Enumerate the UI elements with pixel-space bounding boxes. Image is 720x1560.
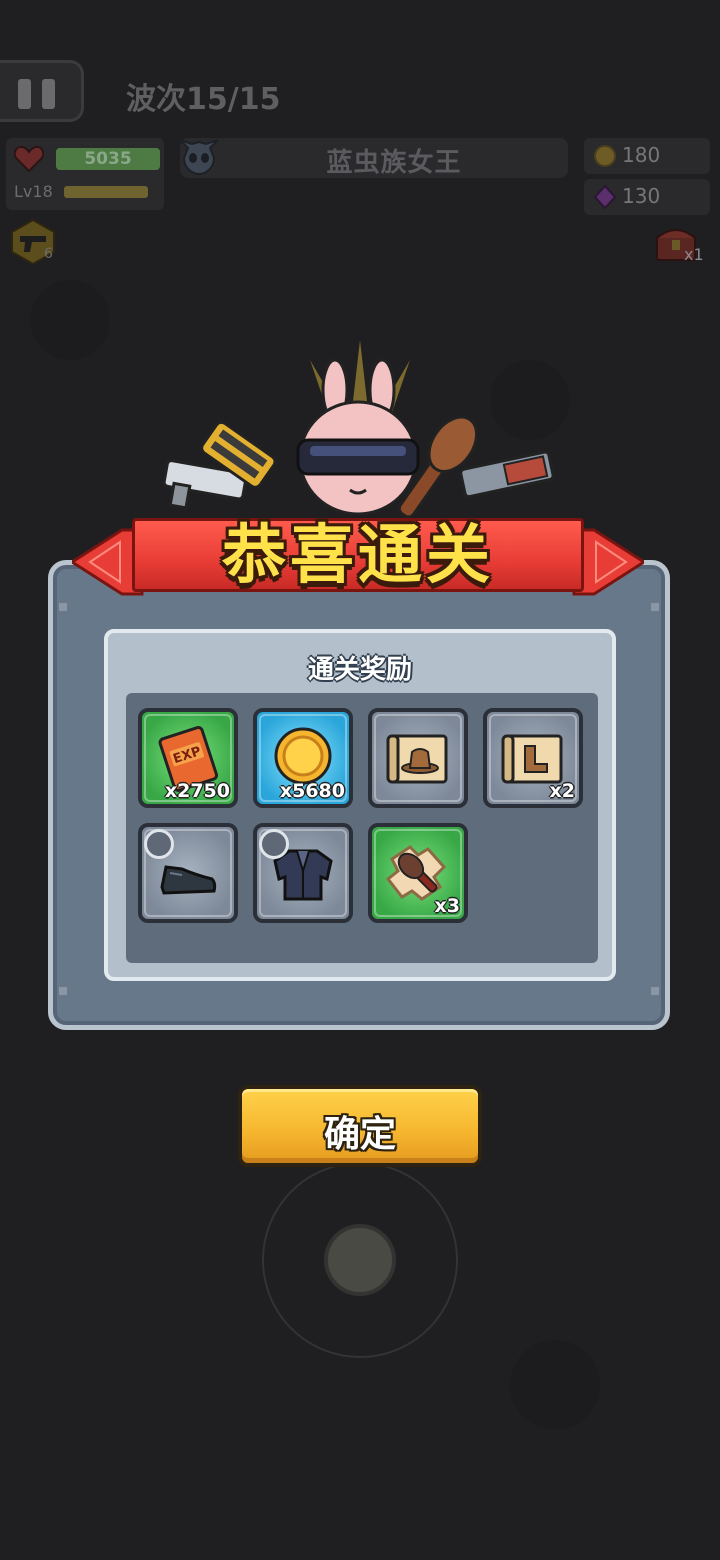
reward-qty: x5680 bbox=[279, 780, 345, 802]
game-screen: 波次15/15 5035 Lv18 蓝虫族女王 180 130 6 x1 恭喜通… bbox=[0, 0, 720, 1560]
reward-qty: x3 bbox=[434, 895, 460, 917]
pause-button[interactable] bbox=[0, 60, 84, 122]
gem-amount: 130 bbox=[622, 184, 661, 208]
reward-boots-scroll[interactable]: x2 bbox=[483, 708, 583, 808]
panel-screw bbox=[651, 987, 659, 995]
victory-title: 恭喜通关 bbox=[222, 519, 494, 593]
panel-screw bbox=[651, 603, 659, 611]
gold-coin-icon bbox=[594, 145, 616, 167]
reward-exp-book[interactable]: EXP x2750 bbox=[138, 708, 238, 808]
victory-banner: 恭喜通关 bbox=[72, 512, 644, 606]
joystick-knob[interactable] bbox=[324, 1224, 396, 1296]
confirm-button[interactable]: 确定 bbox=[238, 1085, 482, 1167]
gem-counter: 130 bbox=[584, 179, 710, 215]
gold-counter: 180 bbox=[584, 138, 710, 174]
rewards-title: 通关奖励 bbox=[307, 655, 412, 685]
hp-bar: 5035 bbox=[56, 148, 160, 170]
player-status-panel: 5035 Lv18 bbox=[6, 138, 164, 210]
exp-bar-fill bbox=[64, 186, 148, 198]
reward-qty: x2750 bbox=[164, 780, 230, 802]
reward-qty: x2 bbox=[549, 780, 575, 802]
victory-hero-illustration bbox=[162, 340, 555, 519]
background-decoration bbox=[510, 1340, 600, 1430]
hp-value: 5035 bbox=[84, 149, 132, 169]
reward-gold-coin[interactable]: x5680 bbox=[253, 708, 353, 808]
reward-hat-scroll[interactable] bbox=[368, 708, 468, 808]
player-level: Lv18 bbox=[14, 182, 53, 201]
pause-icon-bar bbox=[42, 79, 55, 109]
hat-blueprint-icon bbox=[386, 734, 448, 784]
boots-category-badge bbox=[144, 829, 174, 859]
wave-counter: 波次15/15 bbox=[126, 82, 281, 117]
reward-leather-shoes[interactable] bbox=[138, 823, 238, 923]
reward-suit-jacket[interactable] bbox=[253, 823, 353, 923]
background-decoration bbox=[30, 280, 110, 360]
purple-gem-icon bbox=[594, 185, 616, 209]
boss-name: 蓝虫族女王 bbox=[326, 148, 462, 178]
panel-screw bbox=[59, 987, 67, 995]
heart-icon bbox=[14, 146, 44, 172]
boss-skull-icon bbox=[179, 139, 219, 176]
gold-amount: 180 bbox=[622, 143, 661, 167]
armor-category-badge bbox=[259, 829, 289, 859]
chest-count: x1 bbox=[684, 245, 704, 264]
pause-icon-bar bbox=[18, 79, 31, 109]
exp-bar bbox=[64, 186, 148, 198]
weapon-count: 6 bbox=[44, 246, 53, 262]
confirm-button-label: 确定 bbox=[323, 1114, 396, 1155]
virtual-joystick[interactable] bbox=[262, 1162, 458, 1358]
reward-club-puzzle-piece[interactable]: x3 bbox=[368, 823, 468, 923]
boss-health-bar: 蓝虫族女王 bbox=[179, 138, 568, 178]
panel-screw bbox=[59, 603, 67, 611]
